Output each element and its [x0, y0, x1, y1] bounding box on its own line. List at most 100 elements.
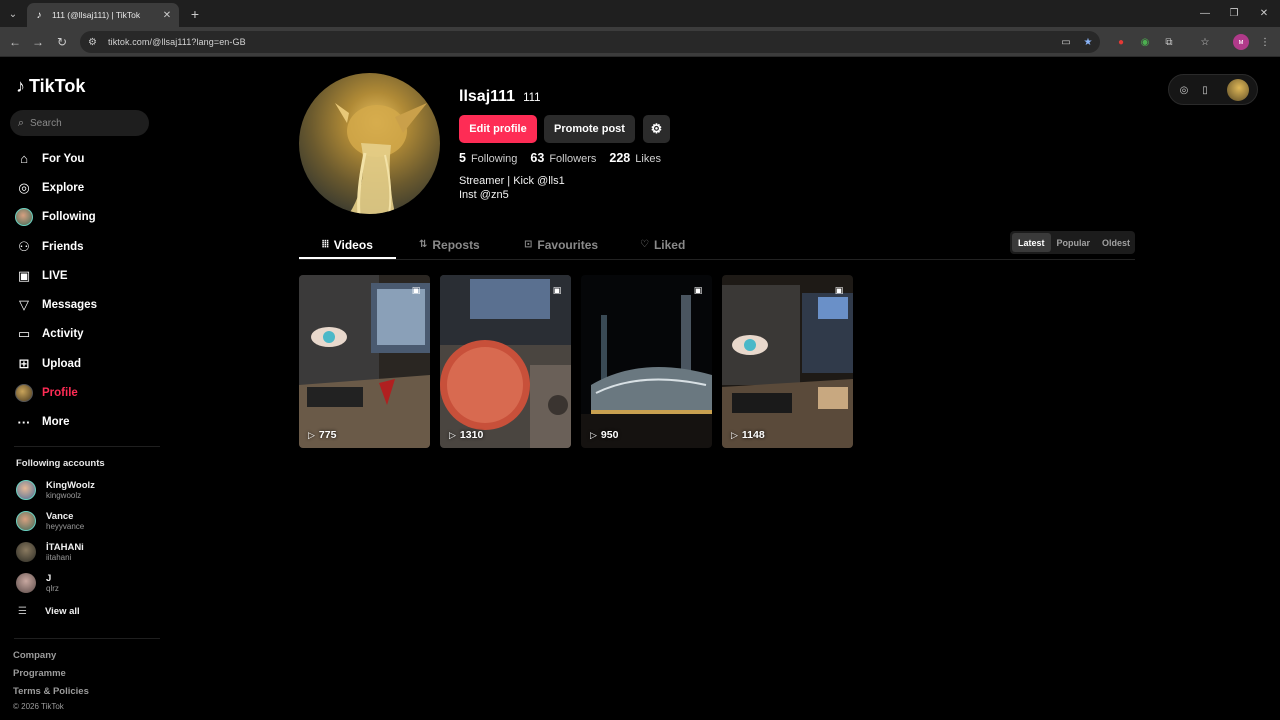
account-item[interactable]: İTAHANi iitahani [16, 539, 156, 565]
video-card[interactable]: ▣ ▷ 775 [299, 275, 430, 448]
tab-videos[interactable]: ⦙⦙⦙ Videos [322, 230, 373, 259]
tab-reposts[interactable]: ⇅ Reposts [419, 230, 480, 259]
extensions-puzzle-icon[interactable]: ⧉ [1161, 34, 1177, 50]
phone-icon[interactable]: ▯ [1199, 84, 1211, 96]
footer-programme-link[interactable]: Programme [13, 668, 66, 679]
account-avatar [16, 542, 36, 562]
site-info-icon[interactable]: ⚙ [88, 37, 102, 48]
footer-terms-link[interactable]: Terms & Policies [13, 686, 89, 697]
view-all-label: View all [45, 606, 80, 617]
view-count: ▷ 1310 [449, 429, 483, 441]
close-window-icon[interactable]: ✕ [1249, 4, 1279, 22]
nav-item-more[interactable]: ··· More [14, 408, 164, 437]
forward-icon[interactable]: → [29, 33, 47, 51]
active-tab-underline [299, 257, 396, 259]
nav-label: More [42, 416, 70, 429]
back-icon[interactable]: ← [6, 33, 24, 51]
video-card[interactable]: ▣ ▷ 1148 [722, 275, 853, 448]
tab-liked[interactable]: ♡ Liked [640, 230, 685, 259]
extension-red-icon[interactable]: ● [1113, 34, 1129, 50]
search-bar[interactable]: ⌕ [10, 110, 149, 136]
edit-profile-button[interactable]: Edit profile [459, 115, 537, 143]
activity-icon: ▭ [17, 326, 31, 342]
play-icon: ▷ [308, 429, 315, 440]
sort-oldest[interactable]: Oldest [1096, 233, 1136, 252]
following-avatar-icon [14, 207, 34, 227]
browser-menu-icon[interactable]: ⋮ [1257, 34, 1273, 50]
account-name: KingWoolz [46, 479, 95, 491]
nav-item-for-you[interactable]: ⌂ For You [14, 144, 164, 173]
maximize-icon[interactable]: ❐ [1219, 4, 1249, 22]
profile-nickname: 111 [523, 92, 541, 104]
account-item[interactable]: J qlrz [16, 570, 156, 596]
video-thumbnail [722, 275, 853, 448]
likes-count: 228 [609, 151, 631, 165]
nav-label: Profile [42, 387, 78, 400]
nav-item-upload[interactable]: ⊞ Upload [14, 349, 164, 378]
tab-label: Favourites [537, 237, 599, 252]
nav-item-following[interactable]: Following [14, 203, 164, 232]
account-avatar [16, 480, 36, 500]
play-icon: ▷ [590, 429, 597, 440]
nav-item-activity[interactable]: ▭ Activity [14, 320, 164, 349]
logo-text: TikTok [29, 76, 86, 96]
tab-favourites[interactable]: ⊡ Favourites [524, 230, 598, 259]
sort-popular[interactable]: Popular [1051, 233, 1097, 252]
send-icon: ▽ [19, 297, 29, 313]
address-bar[interactable]: ⚙ tiktok.com/@llsaj111?lang=en-GB [80, 31, 1100, 53]
video-thumbnail [440, 275, 571, 448]
browser-profile-icon[interactable]: м [1233, 34, 1249, 50]
nav-item-friends[interactable]: ⚇ Friends [14, 232, 164, 261]
tab-search-icon[interactable]: ⌄ [4, 5, 22, 23]
photo-icon: ▣ [552, 284, 562, 295]
tab-label: Liked [653, 237, 686, 252]
nav-item-explore[interactable]: ◎ Explore [14, 173, 164, 202]
reload-icon[interactable]: ↻ [53, 33, 71, 51]
tiktok-page: ♪ TikTok ⌕ ⌂ For You ◎ Explore Following… [0, 58, 1280, 720]
sort-latest[interactable]: Latest [1012, 233, 1051, 252]
nav-item-live[interactable]: ▣ LIVE [14, 261, 164, 290]
minimize-icon[interactable]: — [1190, 4, 1220, 22]
bookmark-star-icon[interactable]: ★ [1080, 34, 1096, 50]
list-icon: ☰ [18, 606, 27, 617]
following-label: Following [470, 153, 518, 165]
tiktok-logo[interactable]: ♪ TikTok [16, 76, 85, 97]
nav-item-messages[interactable]: ▽ Messages [14, 290, 164, 319]
account-item[interactable]: KingWoolz kingwoolz [16, 477, 156, 503]
photo-icon: ▣ [834, 284, 844, 295]
followers-count: 63 [530, 151, 545, 165]
search-icon: ⌕ [17, 116, 25, 129]
nav-label: Upload [42, 357, 81, 370]
friends-icon: ⚇ [18, 238, 30, 254]
footer-company-link[interactable]: Company [13, 650, 56, 661]
install-app-icon[interactable]: ▭ [1058, 34, 1074, 50]
browser-tab[interactable]: ♪ 111 (@llsaj111) | TikTok ✕ [27, 3, 179, 27]
profile-username: llsaj111 [459, 88, 516, 105]
search-input[interactable] [30, 117, 140, 129]
video-thumbnail [581, 275, 712, 448]
bio-line: Streamer | Kick @lls1 [459, 175, 565, 187]
sidebar-divider [14, 446, 160, 447]
followers-stat[interactable]: 63 Followers [530, 151, 596, 165]
coins-icon[interactable]: ◎ [1178, 84, 1190, 96]
favorites-icon[interactable]: ☆ [1197, 34, 1213, 50]
video-card[interactable]: ▣ ▷ 1310 [440, 275, 571, 448]
nav-label: For You [42, 152, 85, 165]
extension-green-icon[interactable]: ◉ [1137, 34, 1153, 50]
profile-avatar-icon [14, 383, 34, 403]
address-url[interactable]: tiktok.com/@llsaj111?lang=en-GB [108, 37, 246, 47]
video-card[interactable]: ▣ ▷ 950 [581, 275, 712, 448]
new-tab-icon[interactable]: + [186, 5, 204, 23]
user-avatar-button[interactable] [1227, 79, 1249, 101]
live-icon: ▣ [17, 267, 31, 283]
profile-avatar[interactable] [299, 73, 440, 214]
promote-post-button[interactable]: Promote post [544, 115, 635, 143]
account-handle: iitahani [46, 552, 72, 562]
following-stat[interactable]: 5 Following [459, 151, 517, 165]
account-item[interactable]: Vance heyyvance [16, 508, 156, 534]
following-accounts-title: Following accounts [16, 458, 105, 469]
close-tab-icon[interactable]: ✕ [161, 10, 173, 21]
view-all-button[interactable]: ☰ View all [18, 606, 80, 617]
settings-gear-icon[interactable]: ⚙ [643, 115, 670, 143]
nav-item-profile[interactable]: Profile [14, 378, 164, 407]
